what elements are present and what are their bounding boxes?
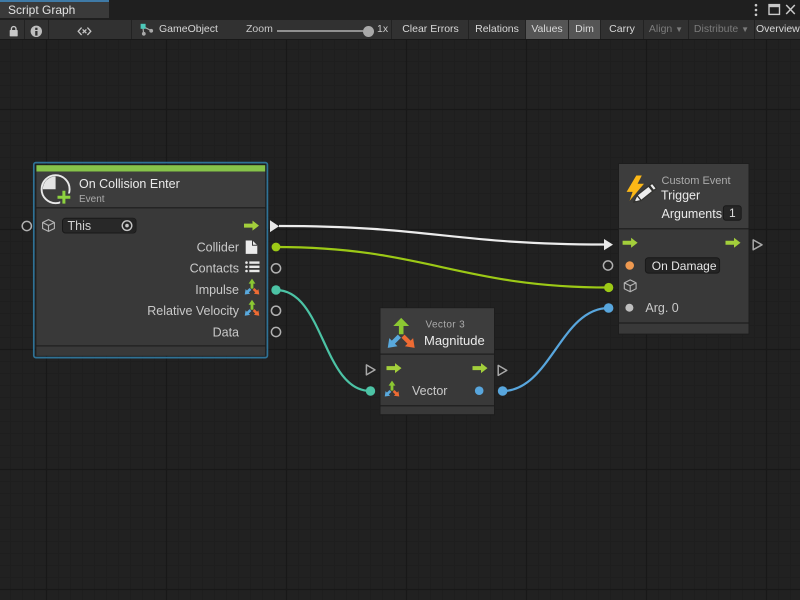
svg-text:Relative Velocity: Relative Velocity	[147, 304, 239, 318]
svg-text:Magnitude: Magnitude	[424, 333, 485, 348]
svg-text:Vector 3: Vector 3	[426, 320, 466, 331]
svg-text:Vector: Vector	[412, 384, 447, 398]
svg-text:Impulse: Impulse	[195, 283, 239, 297]
svg-text:Custom Event: Custom Event	[662, 175, 731, 187]
svg-text:Arguments: Arguments	[662, 207, 722, 221]
svg-text:Data: Data	[213, 325, 239, 339]
svg-text:On Damage: On Damage	[652, 259, 717, 273]
svg-text:Collider: Collider	[197, 240, 239, 254]
svg-text:Arg. 0: Arg. 0	[645, 301, 678, 315]
svg-text:1: 1	[729, 206, 736, 220]
svg-text:On Collision Enter: On Collision Enter	[79, 177, 180, 191]
svg-text:This: This	[68, 219, 92, 233]
svg-text:Event: Event	[79, 194, 105, 205]
svg-text:Trigger: Trigger	[661, 189, 700, 203]
svg-text:Contacts: Contacts	[190, 262, 239, 276]
